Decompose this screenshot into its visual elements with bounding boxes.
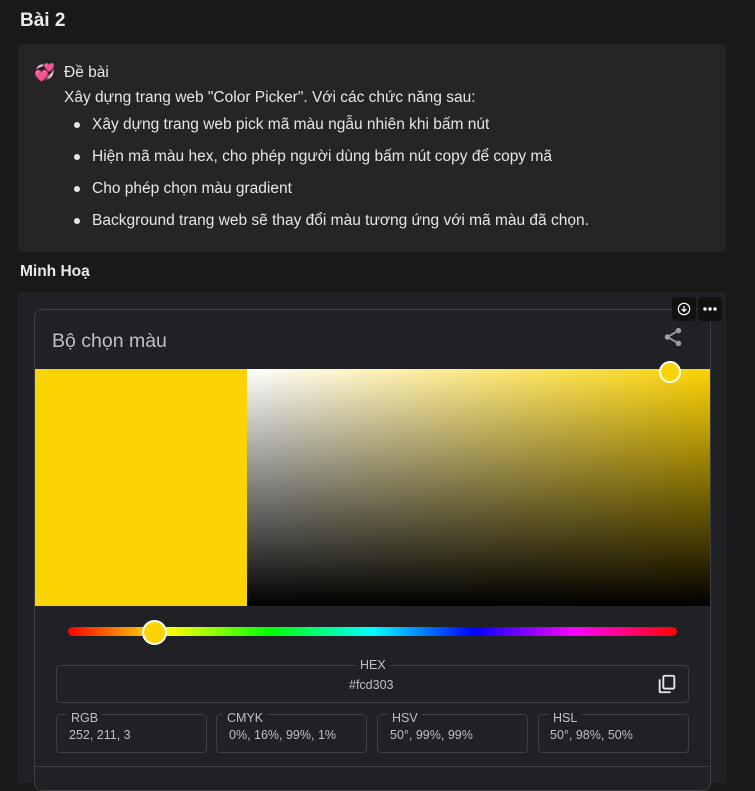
callout-block: 💞 Đề bài Xây dựng trang web "Color Picke… <box>18 44 726 252</box>
picker-title: Bộ chọn màu <box>52 330 167 352</box>
bullet-dot-icon <box>74 186 80 192</box>
share-icon[interactable] <box>662 326 684 348</box>
list-item-text: Xây dựng trang web pick mã màu ngẫu nhiê… <box>92 116 490 133</box>
bullet-dot-icon <box>74 218 80 224</box>
callout-description: Xây dựng trang web "Color Picker". Với c… <box>64 89 476 106</box>
selected-color-swatch <box>35 369 247 606</box>
hsl-label: HSL <box>549 711 582 725</box>
list-item: Xây dựng trang web pick mã màu ngẫu nhiê… <box>64 116 589 148</box>
bullet-dot-icon <box>74 122 80 128</box>
list-item: Cho phép chọn màu gradient <box>64 180 589 212</box>
bullet-dot-icon <box>74 154 80 160</box>
list-item-text: Background trang web sẽ thay đổi màu tươ… <box>92 212 589 229</box>
requirements-list: Xây dựng trang web pick mã màu ngẫu nhiê… <box>64 116 589 244</box>
copy-icon[interactable] <box>656 673 678 695</box>
hsv-value[interactable]: 50°, 99%, 99% <box>390 728 473 742</box>
hex-label: HEX <box>356 658 390 672</box>
list-item: Hiện mã màu hex, cho phép người dùng bấm… <box>64 148 589 180</box>
list-item-text: Cho phép chọn màu gradient <box>92 180 292 197</box>
section-heading: Bài 2 <box>20 10 66 31</box>
cmyk-value[interactable]: 0%, 16%, 99%, 1% <box>229 728 336 742</box>
list-item: Background trang web sẽ thay đổi màu tươ… <box>64 212 589 244</box>
saturation-value-area[interactable] <box>247 369 710 606</box>
download-button[interactable] <box>672 297 696 321</box>
divider <box>35 766 709 767</box>
hex-value[interactable]: #fcd303 <box>349 678 393 692</box>
callout-title: Đề bài <box>64 64 109 81</box>
list-item-text: Hiện mã màu hex, cho phép người dùng bấm… <box>92 148 552 165</box>
download-icon <box>677 302 691 316</box>
hearts-icon: 💞 <box>34 63 56 82</box>
cmyk-label: CMYK <box>223 711 268 725</box>
hsl-value[interactable]: 50°, 98%, 50% <box>550 728 633 742</box>
rgb-label: RGB <box>67 711 103 725</box>
hue-slider-handle[interactable] <box>142 620 167 645</box>
hsv-label: HSV <box>388 711 422 725</box>
rgb-value[interactable]: 252, 211, 3 <box>69 728 131 742</box>
subsection-heading: Minh Hoạ <box>20 263 90 280</box>
more-icon <box>703 307 717 311</box>
saturation-value-handle[interactable] <box>659 361 681 383</box>
more-options-button[interactable] <box>698 297 722 321</box>
